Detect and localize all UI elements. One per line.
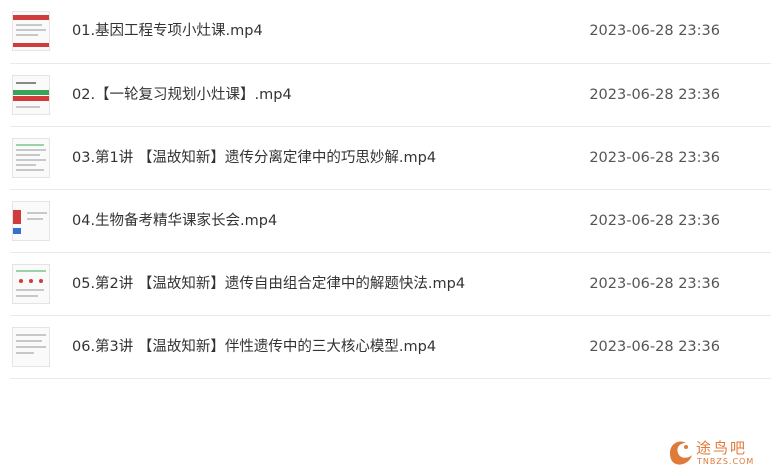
watermark-subtext: TNBZS.COM bbox=[697, 457, 755, 466]
watermark: 途鸟吧 TNBZS.COM bbox=[666, 433, 768, 471]
file-name[interactable]: 01.基因工程专项小灶课.mp4 bbox=[72, 21, 263, 41]
file-date: 2023-06-28 23:36 bbox=[589, 339, 720, 355]
video-thumbnail bbox=[12, 75, 50, 115]
file-row[interactable]: 02.【一轮复习规划小灶课】.mp4 2023-06-28 23:36 bbox=[10, 64, 771, 127]
file-date: 2023-06-28 23:36 bbox=[589, 276, 720, 292]
file-row[interactable]: 01.基因工程专项小灶课.mp4 2023-06-28 23:36 bbox=[10, 0, 771, 64]
file-date: 2023-06-28 23:36 bbox=[589, 150, 720, 166]
file-name[interactable]: 04.生物备考精华课家长会.mp4 bbox=[72, 211, 277, 231]
video-thumbnail bbox=[12, 11, 50, 51]
file-name[interactable]: 02.【一轮复习规划小灶课】.mp4 bbox=[72, 85, 292, 105]
bird-logo-icon bbox=[670, 441, 692, 465]
file-row[interactable]: 05.第2讲 【温故知新】遗传自由组合定律中的解题快法.mp4 2023-06-… bbox=[10, 253, 771, 316]
video-thumbnail bbox=[12, 264, 50, 304]
file-name[interactable]: 06.第3讲 【温故知新】伴性遗传中的三大核心模型.mp4 bbox=[72, 337, 436, 357]
file-row[interactable]: 03.第1讲 【温故知新】遗传分离定律中的巧思妙解.mp4 2023-06-28… bbox=[10, 127, 771, 190]
file-name[interactable]: 05.第2讲 【温故知新】遗传自由组合定律中的解题快法.mp4 bbox=[72, 274, 465, 294]
file-name[interactable]: 03.第1讲 【温故知新】遗传分离定律中的巧思妙解.mp4 bbox=[72, 148, 436, 168]
video-thumbnail bbox=[12, 201, 50, 241]
video-thumbnail bbox=[12, 327, 50, 367]
file-row[interactable]: 04.生物备考精华课家长会.mp4 2023-06-28 23:36 bbox=[10, 190, 771, 253]
file-list: 01.基因工程专项小灶课.mp4 2023-06-28 23:36 02.【一轮… bbox=[10, 0, 771, 379]
file-date: 2023-06-28 23:36 bbox=[589, 87, 720, 103]
video-thumbnail bbox=[12, 138, 50, 178]
file-row[interactable]: 06.第3讲 【温故知新】伴性遗传中的三大核心模型.mp4 2023-06-28… bbox=[10, 316, 771, 379]
file-date: 2023-06-28 23:36 bbox=[589, 213, 720, 229]
file-date: 2023-06-28 23:36 bbox=[589, 23, 720, 39]
watermark-text: 途鸟吧 bbox=[696, 439, 748, 457]
